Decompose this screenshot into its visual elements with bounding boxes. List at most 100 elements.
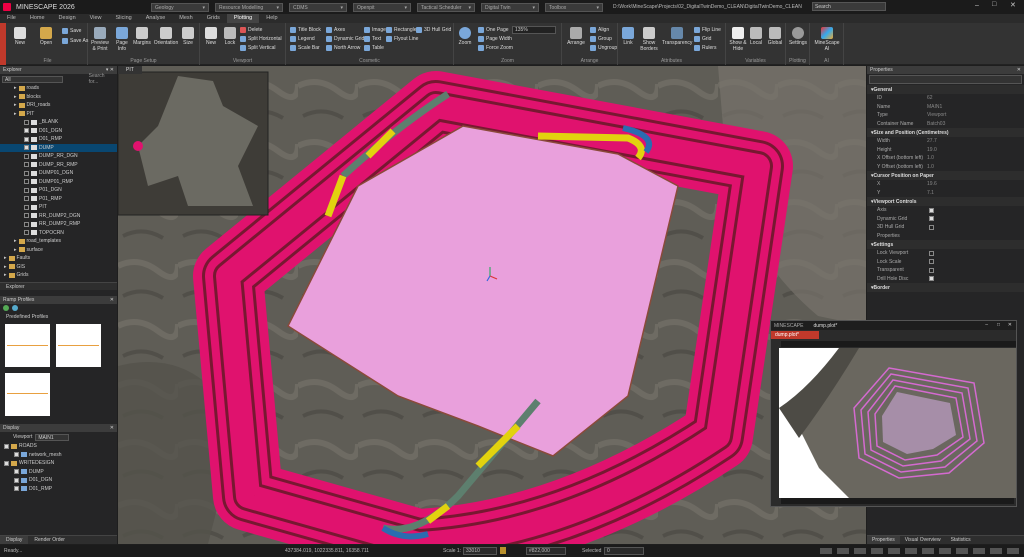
property-value[interactable]: 19.6 [927,181,937,187]
visibility-checkbox[interactable] [4,443,9,449]
profile-thumbnail[interactable] [56,324,101,367]
expand-icon[interactable]: ▸ [14,94,17,100]
property-row[interactable]: Axis [867,206,1024,215]
float-preview[interactable] [779,348,1016,498]
menu-help[interactable]: Help [259,14,284,23]
profile-thumbnail[interactable] [5,324,50,367]
show-borders-button[interactable]: Show Borders [638,27,660,52]
property-value[interactable]: 27.7 [927,138,937,144]
group-button[interactable]: Group [590,36,612,42]
visibility-checkbox[interactable] [24,179,29,185]
zoom-level-select[interactable]: 135% [512,26,556,34]
property-row[interactable]: Drill Hole Disc [867,275,1024,284]
tree-item[interactable]: ▸ Faults [0,254,117,263]
explorer-tab[interactable]: Explorer [0,282,117,290]
one-page-button[interactable]: One Page [478,27,509,33]
visibility-checkbox[interactable] [24,187,29,193]
menu-file[interactable]: File [0,14,23,23]
property-checkbox[interactable] [929,276,934,282]
property-checkbox[interactable] [929,207,934,213]
visibility-checkbox[interactable] [24,230,29,236]
module-select[interactable]: Geology ▾ [151,2,209,12]
visibility-checkbox[interactable] [24,145,29,151]
menu-view[interactable]: View [83,14,109,23]
visibility-checkbox[interactable] [24,196,29,202]
text-button[interactable]: Text [364,36,381,42]
property-row[interactable]: Lock Scale [867,258,1024,267]
module-select[interactable]: Digital Twin ▾ [481,2,539,12]
tree-item[interactable]: ▸ surface [0,246,117,255]
page-width-button[interactable]: Page Width [478,36,512,42]
viewport-select[interactable]: MAIN1 [35,433,70,441]
menu-mesh[interactable]: Mesh [172,14,199,23]
visibility-checkbox[interactable] [24,213,29,219]
expand-icon[interactable]: ▸ [4,255,7,261]
show-hide-button[interactable]: Show & Hide [728,27,748,52]
expand-icon[interactable]: ▸ [4,272,7,278]
dynamic-grid-button[interactable]: Dynamic Grid [326,36,364,42]
menu-slicing[interactable]: Slicing [109,14,139,23]
window-close-icon[interactable]: ✕ [1010,1,1016,9]
property-checkbox[interactable] [929,259,934,265]
axes-button[interactable]: Axes [326,27,345,33]
float-close-icon[interactable]: ✕ [1008,322,1012,328]
property-row[interactable]: ID 62 [867,94,1024,103]
add-profile-icon[interactable] [3,305,9,311]
floating-plot-window[interactable]: MINESCAPE dump.plot* – □ ✕ dump.plot* [770,320,1017,507]
property-value[interactable]: MAIN1 [927,104,942,110]
quick-designer-strip[interactable] [0,23,6,65]
property-value[interactable]: 7.1 [927,190,934,196]
tree-item[interactable]: ▸ DRI_roads [0,101,117,110]
display-item[interactable]: ROADS [0,442,117,451]
new-viewport-button[interactable]: New [203,27,219,46]
size-button[interactable]: Size [181,27,195,46]
menu-home[interactable]: Home [23,14,52,23]
local-button[interactable]: Local [748,27,764,46]
float-minimize-icon[interactable]: – [985,322,988,328]
status-toggle-icons[interactable] [820,548,1020,554]
predefined-profiles-header[interactable]: Predefined Profiles [0,314,117,322]
rectangle-button[interactable]: Rectangle [386,27,417,33]
visibility-checkbox[interactable] [24,153,29,159]
tree-item[interactable]: ▸ road_templates [0,237,117,246]
global-button[interactable]: Global [766,27,784,46]
float-tab[interactable]: dump.plot* [771,331,819,339]
hull-grid-button[interactable]: 3D Hull Grid [416,27,451,33]
open-button[interactable]: Open [38,27,54,46]
rulers-button[interactable]: Rulers [694,45,716,51]
expand-icon[interactable]: ▸ [14,111,17,117]
tree-item[interactable]: D01_RMP [0,135,117,144]
property-section[interactable]: ▾ Settings [867,240,1024,249]
scale-input[interactable]: 33010 [463,547,497,555]
save-button[interactable]: Save [62,28,81,34]
property-row[interactable]: Type Viewport [867,111,1024,120]
delete-button[interactable]: Delete [240,27,262,33]
tree-item[interactable]: TOPOCRN [0,229,117,238]
display-item[interactable]: WRITEDESIGN [0,459,117,468]
save-as-button[interactable]: Save As [62,38,88,44]
expand-icon[interactable]: ▸ [14,85,17,91]
visibility-checkbox[interactable] [4,460,9,466]
visibility-checkbox[interactable] [24,170,29,176]
window-minimize-icon[interactable]: – [975,2,979,9]
tree-item[interactable]: DUMP_RR_DGN [0,152,117,161]
page-info-button[interactable]: Page Info [114,27,130,52]
display-item[interactable]: network_mesh [0,451,117,460]
flip-line-button[interactable]: Flip Line [694,27,721,33]
property-value[interactable]: 62 [927,95,933,101]
north-arrow-button[interactable]: North Arrow [326,45,360,51]
visibility-checkbox[interactable] [24,204,29,210]
refresh-profile-icon[interactable] [12,305,18,311]
tree-item[interactable]: RR_DUMP2_RMP [0,220,117,229]
legend-button[interactable]: Legend [290,36,315,42]
property-value[interactable]: 19.0 [927,147,937,153]
grid-button[interactable]: Grid [694,36,711,42]
property-row[interactable]: Transparent [867,266,1024,275]
property-row[interactable]: 3D Hull Grid [867,223,1024,232]
scale-bar-button[interactable]: Scale Bar [290,45,320,51]
tree-item[interactable]: RR_DUMP2_DGN [0,212,117,221]
property-row[interactable]: Lock Viewport [867,249,1024,258]
tree-item[interactable]: P01_DGN [0,186,117,195]
property-section[interactable]: ▾ Viewport Controls [867,197,1024,206]
property-checkbox[interactable] [929,250,934,256]
